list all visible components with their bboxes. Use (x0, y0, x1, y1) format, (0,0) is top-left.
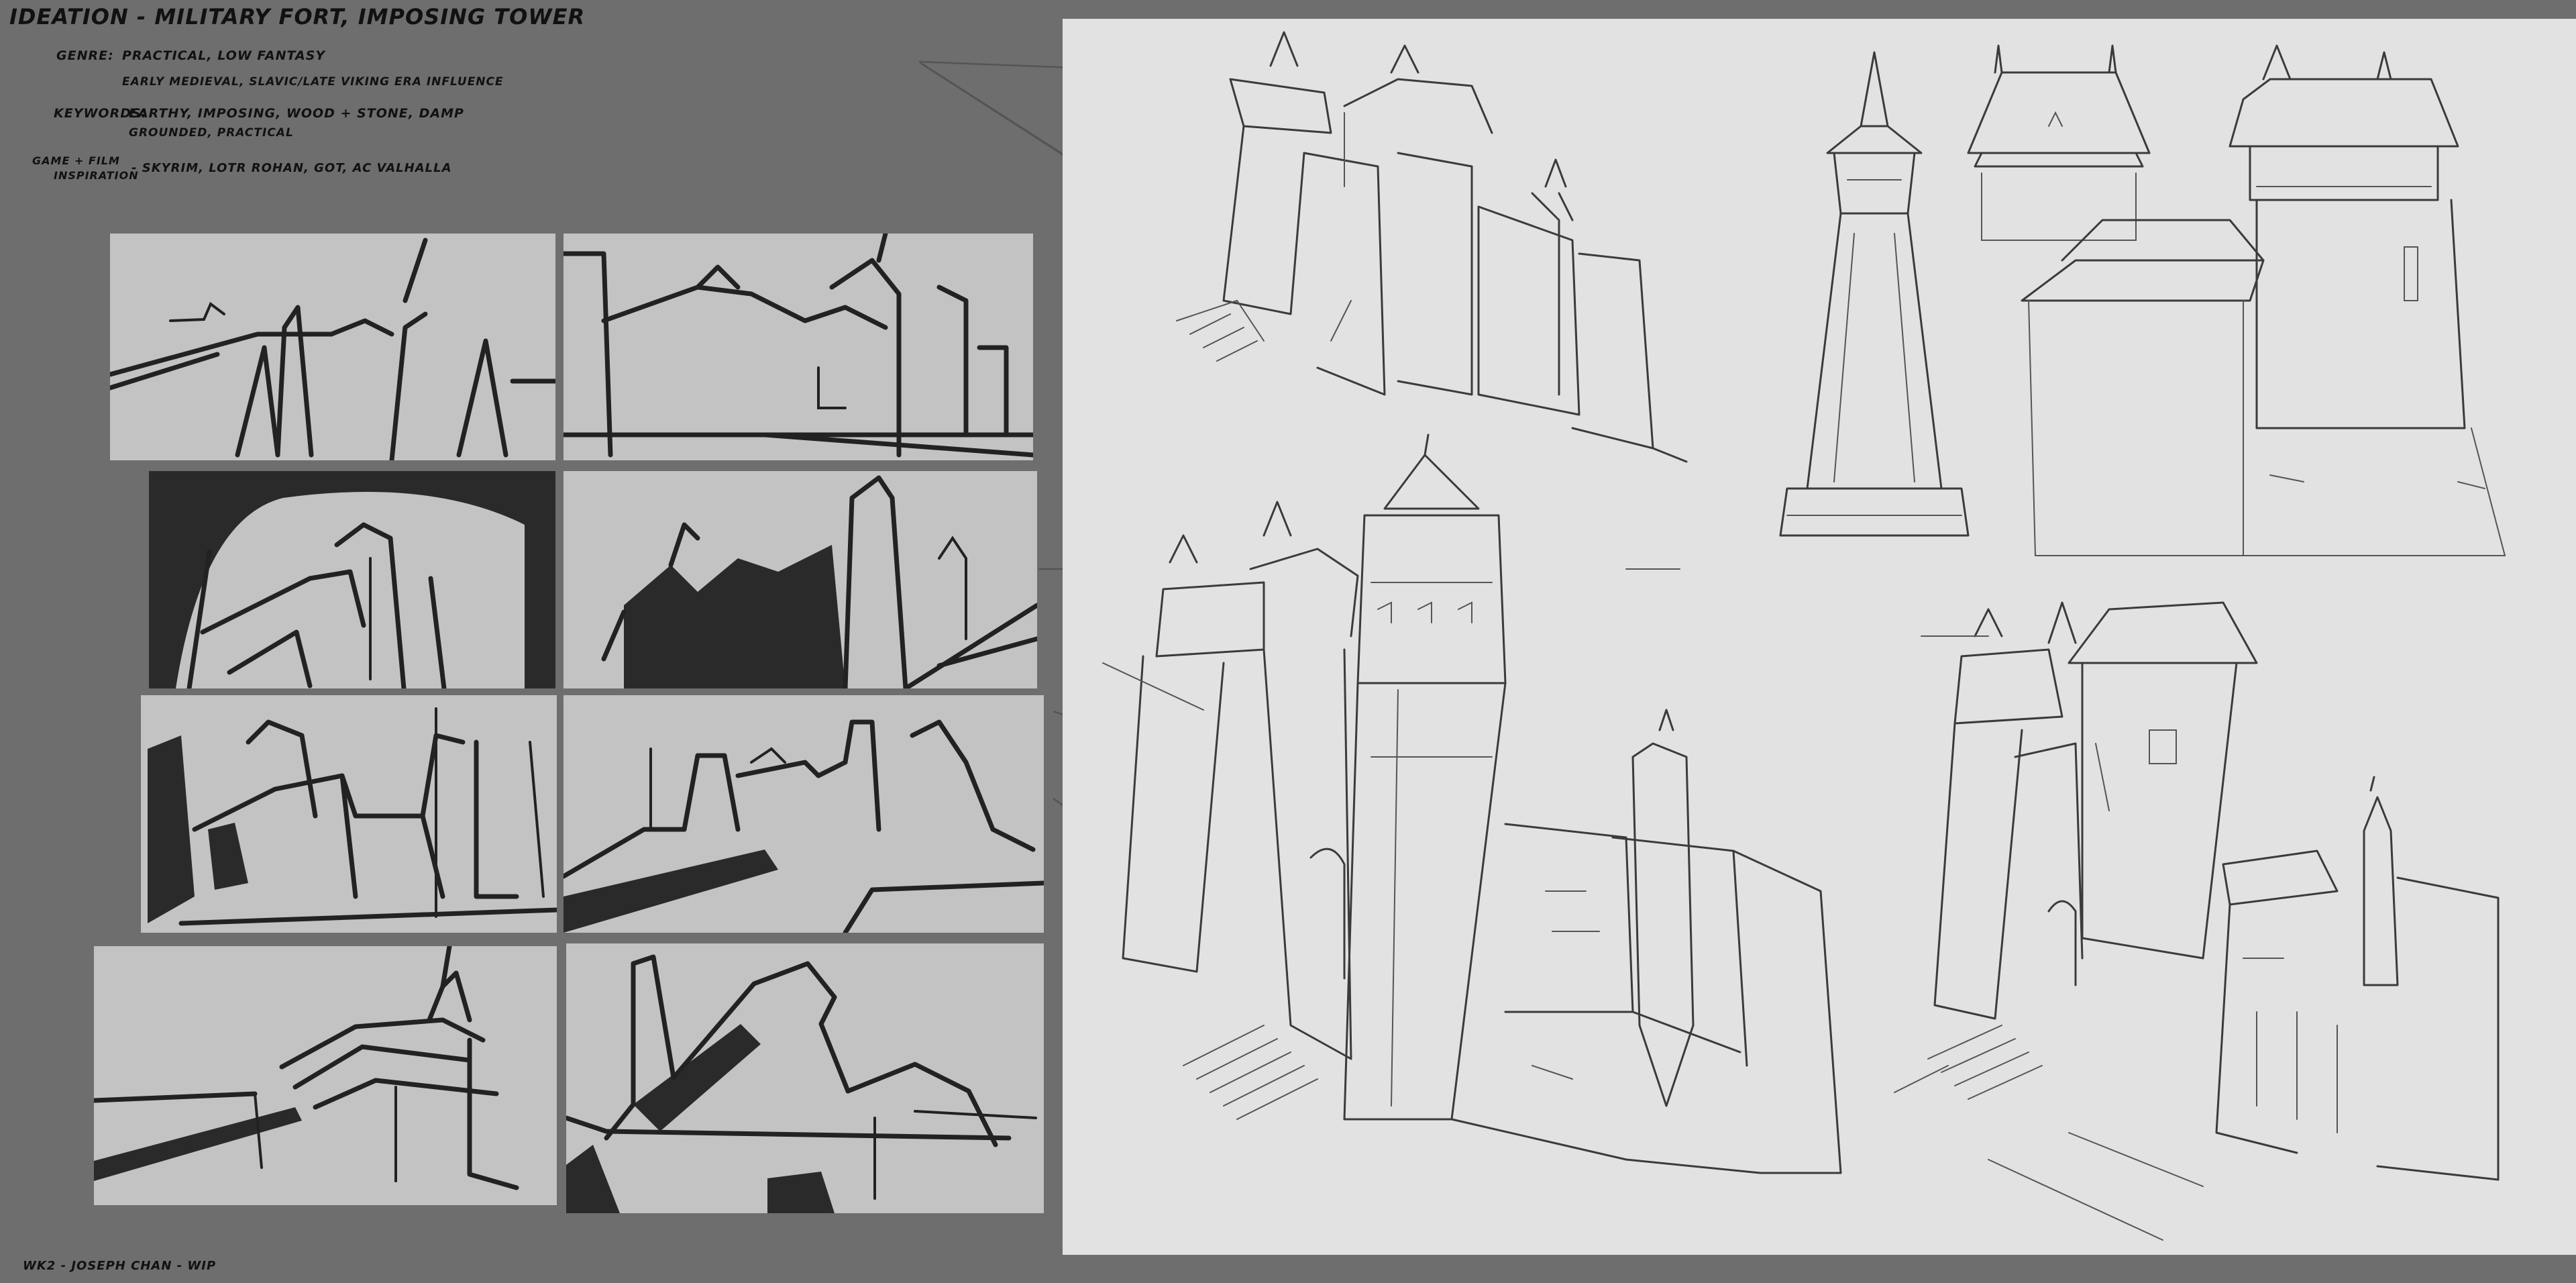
main-sketch-sheet (1063, 19, 2576, 1255)
thumbnail-sketch-4 (564, 471, 1037, 688)
thumbnail-sketch-6 (564, 695, 1044, 933)
roof-detail-sketch (1967, 44, 2151, 241)
gatehouse-tower-sketch (2021, 44, 2506, 556)
thumbnail-sketch-7 (94, 946, 557, 1205)
central-fort-sketch (1102, 433, 1842, 1174)
alternate-fort-sketch (1894, 601, 2500, 1241)
thumbnail-sketch-1 (110, 234, 555, 460)
thumbnail-sketch-3 (149, 471, 555, 688)
fort-sketch-top (1176, 31, 1688, 463)
spire-tower-sketch (1779, 51, 1970, 537)
thumbnail-sketch-5 (141, 695, 557, 933)
thumbnail-sketch-8 (566, 943, 1044, 1213)
thumbnail-sketch-2 (564, 234, 1033, 460)
